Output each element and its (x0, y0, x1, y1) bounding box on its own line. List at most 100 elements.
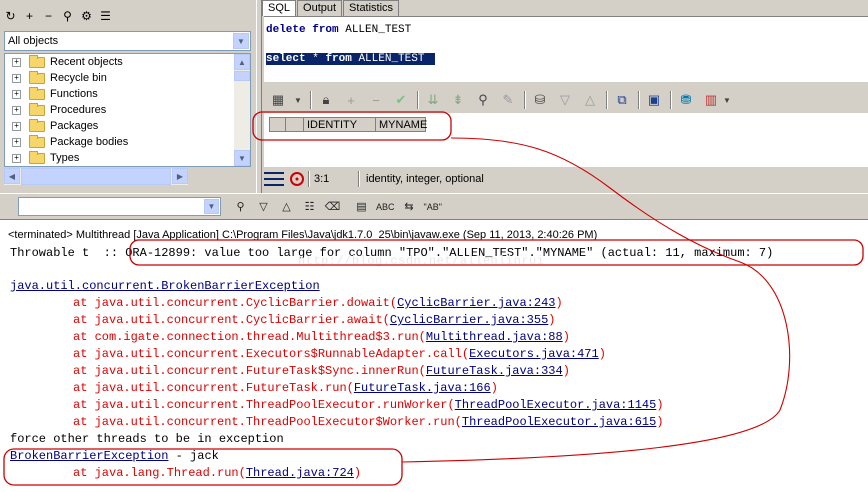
replace-icon[interactable]: ⇆ (401, 198, 418, 215)
exception-class-link[interactable]: BrokenBarrierException (10, 449, 168, 463)
object-tree[interactable]: + Recent objects + Recycle bin + Functions + Pr… (4, 53, 251, 167)
tree-item-label: Packages (50, 120, 99, 132)
export-icon[interactable]: ⛃ (676, 90, 696, 110)
refresh-icon[interactable]: ↻ (2, 8, 19, 25)
expand-icon[interactable]: + (12, 73, 21, 83)
scroll-left-icon[interactable]: ◀ (4, 168, 20, 184)
stack-frame-source-link[interactable]: Executors.java:471 (469, 347, 599, 361)
binoculars-icon[interactable]: ⚲ (232, 198, 249, 215)
result-grid[interactable]: IDENTITY MYNAME (264, 113, 868, 167)
stack-frame: at com.igate.connection.thread.Multithre… (73, 330, 570, 344)
tree-horizontal-scrollbar[interactable]: ◀ ▶ (4, 168, 188, 185)
grid-column-header[interactable]: IDENTITY (304, 117, 376, 132)
expand-icon[interactable]: + (12, 153, 21, 163)
query-by-example-icon[interactable]: ⛁ (530, 90, 550, 110)
bbe-line: BrokenBarrierException - jack (10, 448, 219, 465)
sql-editor[interactable]: delete from ALLEN_TEST select * from ALL… (264, 16, 868, 82)
chevron-down-icon[interactable]: ▼ (204, 199, 219, 214)
tree-item-label: Types (50, 152, 80, 164)
chevron-down-icon[interactable]: ▼ (722, 90, 732, 110)
chevron-down-icon[interactable]: ▼ (233, 33, 249, 49)
scrollbar-thumb[interactable] (234, 71, 250, 81)
properties-icon[interactable]: ☰ (97, 8, 114, 25)
folder-icon (29, 150, 45, 164)
add-icon[interactable]: + (21, 8, 38, 25)
word-wrap-icon[interactable]: ☷ (301, 198, 318, 215)
top-area: ↻ + − ⚲ ⚙ ☰ All objects ▼ + Recent objects + Rec… (0, 0, 868, 193)
scroll-up-icon[interactable]: ▲ (234, 54, 250, 70)
tree-icon[interactable]: ⧉ (612, 90, 632, 110)
find-text-select[interactable]: ▼ (18, 197, 221, 216)
tree-item-label: Functions (50, 88, 98, 100)
folder-icon (29, 102, 45, 116)
clear-icon[interactable]: ✎ (498, 90, 518, 110)
tree-item[interactable]: + Packages (5, 118, 250, 134)
eraser-icon[interactable]: ⌫ (324, 198, 341, 215)
object-filter-value: All objects (8, 35, 59, 47)
binoculars-icon[interactable]: ⚲ (473, 90, 493, 110)
toolbar-separator (638, 91, 640, 109)
stack-frame-source-link[interactable]: ThreadPoolExecutor.java:615 (462, 415, 656, 429)
find-next-icon[interactable]: ▽ (255, 198, 272, 215)
grid-column-header[interactable]: MYNAME (376, 117, 427, 132)
tree-item[interactable]: + Functions (5, 86, 250, 102)
exception-class-link[interactable]: java.util.concurrent.BrokenBarrierExcept… (10, 278, 320, 295)
sql-line-delete: delete from ALLEN_TEST (266, 24, 411, 36)
tree-vertical-scrollbar[interactable]: ▲ ▼ (234, 54, 250, 166)
find-icon[interactable]: ⚲ (59, 8, 76, 25)
chart-icon[interactable]: ▥ (701, 90, 721, 110)
bbe-suffix: - jack (168, 449, 219, 463)
filter-icon[interactable]: ⚙ (78, 8, 95, 25)
tab-sql[interactable]: SQL (262, 0, 297, 16)
remove-icon[interactable]: − (40, 8, 57, 25)
stack-frame-source-link[interactable]: Thread.java:724 (246, 466, 354, 480)
stack-frame-source-link[interactable]: Multithread.java:88 (426, 330, 563, 344)
tree-item[interactable]: + Recent objects (5, 54, 250, 70)
expand-icon[interactable]: + (12, 57, 21, 67)
match-case-button[interactable]: ABC (376, 198, 395, 215)
tree-item[interactable]: + Types (5, 150, 250, 166)
sql-keyword: select (266, 53, 306, 65)
previous-page-icon[interactable]: △ (580, 90, 600, 110)
stack-frame-source-link[interactable]: FutureTask.java:166 (354, 381, 491, 395)
sql-table-name: ALLEN_TEST (358, 53, 425, 65)
delete-record-icon[interactable]: − (366, 90, 386, 110)
throwable-prefix: Throwable t :: (10, 246, 126, 260)
grid-row-indicator (269, 117, 286, 132)
copy-icon[interactable]: ▤ (353, 198, 370, 215)
grid-select-icon[interactable]: ▦ (268, 90, 288, 110)
scrollbar-thumb[interactable] (21, 168, 171, 185)
expand-icon[interactable]: + (12, 89, 21, 99)
insert-record-icon[interactable]: + (341, 90, 361, 110)
stack-frame-source-link[interactable]: FutureTask.java:334 (426, 364, 563, 378)
console-process-label: <terminated> Multithread [Java Applicati… (8, 229, 598, 241)
scroll-down-icon[interactable]: ▼ (234, 150, 250, 166)
object-filter-select[interactable]: All objects ▼ (4, 31, 251, 51)
fetch-next-icon[interactable]: ⇊ (423, 90, 443, 110)
force-line: force other threads to be in exception (10, 432, 284, 446)
lock-icon[interactable]: 🔒︎ (316, 90, 336, 110)
stack-frame-source-link[interactable]: CyclicBarrier.java:355 (390, 313, 548, 327)
stack-frame-source-link[interactable]: ThreadPoolExecutor.java:1145 (455, 398, 657, 412)
tree-item[interactable]: + Package bodies (5, 134, 250, 150)
chevron-down-icon[interactable]: ▼ (293, 90, 303, 110)
find-previous-icon[interactable]: △ (278, 198, 295, 215)
match-quoted-button[interactable]: "AB" (424, 198, 442, 215)
scroll-right-icon[interactable]: ▶ (172, 168, 188, 184)
expand-icon[interactable]: + (12, 105, 21, 115)
tab-output[interactable]: Output (297, 0, 343, 16)
expand-icon[interactable]: + (12, 137, 21, 147)
expand-icon[interactable]: + (12, 121, 21, 131)
folder-icon (29, 134, 45, 148)
post-changes-icon[interactable]: ✔ (391, 90, 411, 110)
tree-item[interactable]: + Recycle bin (5, 70, 250, 86)
tree-item-label: Recent objects (50, 56, 123, 68)
next-page-icon[interactable]: ▽ (555, 90, 575, 110)
tree-item[interactable]: + Procedures (5, 102, 250, 118)
folder-icon (29, 54, 45, 68)
tab-statistics[interactable]: Statistics (343, 0, 400, 16)
save-icon[interactable]: ▣ (644, 90, 664, 110)
stack-frame-source-link[interactable]: CyclicBarrier.java:243 (397, 296, 555, 310)
fetch-last-icon[interactable]: ⇟ (448, 90, 468, 110)
sql-table-name: ALLEN_TEST (345, 24, 412, 36)
